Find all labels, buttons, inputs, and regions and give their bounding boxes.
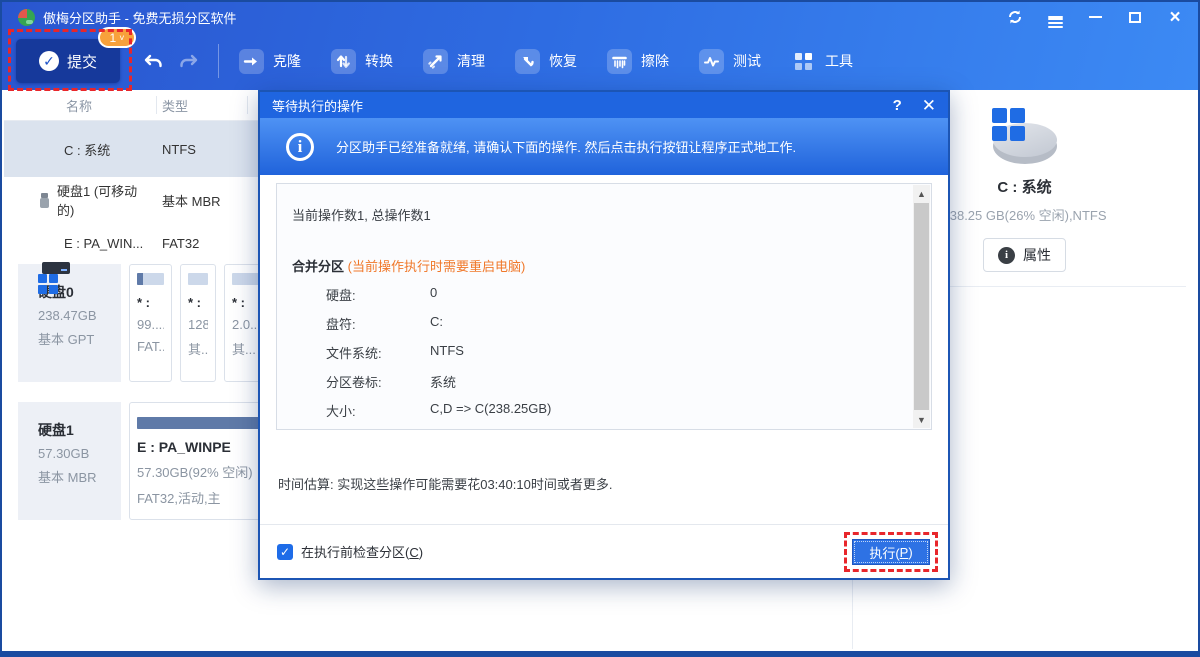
maximize-button[interactable] bbox=[1122, 6, 1148, 28]
execute-button[interactable]: 执行(P) bbox=[852, 539, 930, 565]
execute-highlight-box: 执行(P) bbox=[844, 532, 938, 572]
toolbar-button-tools[interactable]: 工具 bbox=[791, 49, 853, 74]
erase-icon bbox=[607, 49, 632, 74]
usb-icon bbox=[40, 193, 49, 208]
disk0-info[interactable]: 硬盘0 238.47GB 基本 GPT bbox=[18, 264, 121, 382]
pending-operations-dialog: 等待执行的操作 ? ✕ i 分区助手已经准备就绪, 请确认下面的操作. 然后点击… bbox=[258, 90, 950, 580]
operation-field: 文件系统: NTFS bbox=[292, 343, 913, 362]
recover-icon bbox=[515, 49, 540, 74]
dialog-close-icon[interactable]: ✕ bbox=[922, 97, 936, 114]
column-type[interactable]: 类型 bbox=[154, 96, 188, 115]
pending-count-badge[interactable]: 1˅ bbox=[98, 27, 136, 48]
info-circle-icon: i bbox=[286, 133, 314, 161]
operation-field: 盘符: C: bbox=[292, 314, 913, 333]
list-item-e-pawinpe[interactable]: E : PA_WIN... FAT32 bbox=[4, 223, 260, 263]
test-icon bbox=[699, 49, 724, 74]
dialog-info-banner: i 分区助手已经准备就绪, 请确认下面的操作. 然后点击执行按钮让程序正式地工作… bbox=[260, 118, 948, 175]
checkbox-label: 在执行前检查分区(C) bbox=[301, 542, 423, 561]
toolbar-button-clone[interactable]: 克隆 bbox=[239, 49, 301, 74]
tools-icon bbox=[791, 49, 816, 74]
window-title: 傲梅分区助手 - 免费无损分区软件 bbox=[43, 8, 237, 27]
close-button[interactable]: × bbox=[1162, 6, 1188, 28]
app-header: 傲梅分区助手 - 免费无损分区软件 × ✓ 提交 1˅ bbox=[2, 2, 1198, 90]
disk1-info[interactable]: 硬盘1 57.30GB 基本 MBR bbox=[18, 402, 121, 520]
toolbar-button-convert[interactable]: 转换 bbox=[331, 49, 393, 74]
partition-pie-icon bbox=[990, 108, 1060, 164]
dialog-titlebar[interactable]: 等待执行的操作 ? ✕ bbox=[260, 92, 948, 118]
titlebar: 傲梅分区助手 - 免费无损分区软件 × bbox=[2, 2, 1198, 32]
operation-field: 分区卷标: 系统 bbox=[292, 372, 913, 391]
undo-icon[interactable] bbox=[142, 49, 166, 73]
help-icon[interactable]: ? bbox=[893, 97, 902, 114]
disk0-partition-2[interactable]: * : 128... 其... bbox=[180, 264, 216, 382]
scroll-up-icon[interactable]: ▲ bbox=[913, 185, 930, 202]
check-circle-icon: ✓ bbox=[39, 51, 59, 71]
dialog-info-text: 分区助手已经准备就绪, 请确认下面的操作. 然后点击执行按钮让程序正式地工作. bbox=[336, 137, 796, 156]
clone-icon bbox=[239, 49, 264, 74]
scrollbar-thumb[interactable] bbox=[914, 203, 929, 410]
toolbar-divider bbox=[218, 44, 219, 78]
properties-button[interactable]: i 属性 bbox=[983, 238, 1066, 272]
time-estimate-text: 时间估算: 实现这些操作可能需要花03:40:10时间或者更多. bbox=[278, 474, 612, 493]
partition-tree-panel: 名称 类型 C : 系统 NTFS 硬盘1 (可移动的) 基本 MBR E : … bbox=[4, 90, 260, 263]
clean-icon bbox=[423, 49, 448, 74]
dialog-title: 等待执行的操作 bbox=[272, 96, 363, 115]
toolbar-button-recover[interactable]: 恢复 bbox=[515, 49, 577, 74]
column-name[interactable]: 名称 bbox=[4, 96, 154, 115]
disk0-partition-1[interactable]: * : 99.... FAT... bbox=[129, 264, 172, 382]
dialog-footer-divider bbox=[260, 524, 948, 525]
check-partitions-checkbox[interactable]: ✓ 在执行前检查分区(C) bbox=[277, 542, 423, 561]
list-item-disk1[interactable]: 硬盘1 (可移动的) 基本 MBR bbox=[4, 177, 260, 223]
operations-summary: 当前操作数1, 总操作数1 bbox=[292, 205, 913, 224]
operation-field: 大小: C,D => C(238.25GB) bbox=[292, 401, 913, 420]
menu-icon[interactable] bbox=[1042, 6, 1068, 28]
minimize-button[interactable] bbox=[1082, 6, 1108, 28]
operations-list[interactable]: 当前操作数1, 总操作数1 合并分区 (当前操作执行时需要重启电脑) 硬盘: 0… bbox=[276, 183, 932, 430]
list-header: 名称 类型 bbox=[4, 90, 260, 121]
toolbar-button-clean[interactable]: 清理 bbox=[423, 49, 485, 74]
list-item-c-system[interactable]: C : 系统 NTFS bbox=[4, 121, 260, 177]
redo-icon[interactable] bbox=[176, 49, 200, 73]
app-logo-icon bbox=[18, 9, 35, 26]
convert-icon bbox=[331, 49, 356, 74]
operation-field: 硬盘: 0 bbox=[292, 285, 913, 304]
refresh-icon[interactable] bbox=[1002, 6, 1028, 28]
toolbar-button-test[interactable]: 测试 bbox=[699, 49, 761, 74]
operation-title: 合并分区 (当前操作执行时需要重启电脑) bbox=[292, 256, 913, 275]
toolbar: ✓ 提交 1˅ bbox=[2, 32, 1198, 90]
scroll-down-icon[interactable]: ▼ bbox=[913, 411, 930, 428]
disk0-row: 硬盘0 238.47GB 基本 GPT * : 99.... FAT... * … bbox=[18, 264, 268, 382]
info-icon: i bbox=[998, 247, 1015, 264]
scrollbar[interactable]: ▲ ▼ bbox=[913, 185, 930, 428]
checkbox-checked-icon[interactable]: ✓ bbox=[277, 544, 293, 560]
app-window: 傲梅分区助手 - 免费无损分区软件 × ✓ 提交 1˅ bbox=[0, 0, 1200, 657]
toolbar-button-erase[interactable]: 擦除 bbox=[607, 49, 669, 74]
